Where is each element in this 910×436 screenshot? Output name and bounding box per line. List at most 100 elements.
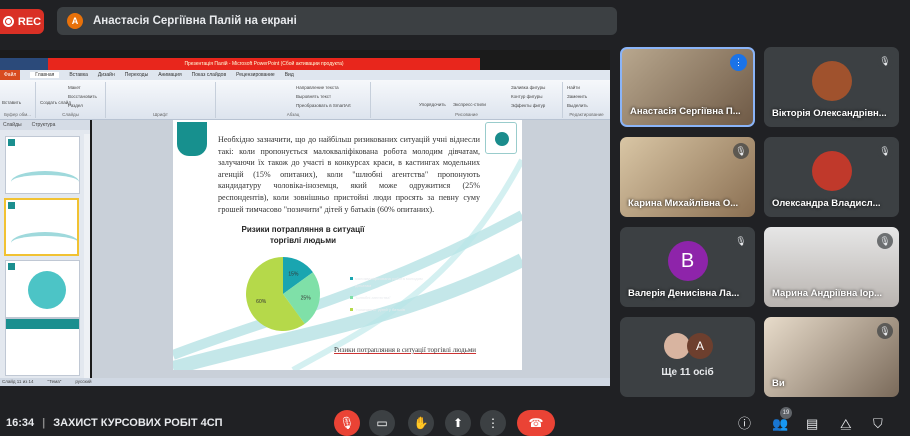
legend-swatch [350, 296, 353, 299]
slide-thumbnail[interactable] [5, 136, 80, 194]
participant-tile[interactable]: ⋮ Анастасія Сергіївна П... [620, 47, 755, 127]
raise-hand-button[interactable]: ✋ [408, 410, 434, 436]
powerpoint-title: Презентація Палій - Microsoft PowerPoint… [48, 58, 480, 70]
mic-off-icon: 🎙 [733, 143, 749, 159]
ribbon: Вставить Буфер обм... Создать слайд Макет В… [0, 80, 610, 120]
speaking-icon: ⋮ [730, 54, 747, 71]
align-text-button[interactable]: Выровнять текст [296, 94, 331, 99]
shape-outline-button[interactable]: Контур фигуры [511, 94, 542, 99]
text-direction-button[interactable]: Направление текста [296, 85, 339, 90]
mic-off-icon: 🎙 [877, 233, 893, 249]
slide-body-text: Необхідно зазначити, що до найбільш ризи… [218, 135, 480, 214]
participant-name: Ви [772, 378, 785, 389]
more-participants-tile[interactable]: A Ще 11 осіб [620, 317, 755, 397]
group-drawing: Рисование [455, 112, 478, 117]
avatar: В [667, 241, 708, 281]
slide-footer: Ризики потрапляння в ситуації торгівлі л… [334, 346, 477, 354]
mic-off-icon: 🎙 [877, 53, 893, 69]
quick-styles-button[interactable]: Экспресс-стили [453, 102, 486, 107]
pie-chart: 15% 25% 60% [246, 257, 320, 331]
mic-off-button[interactable]: 🎙 [334, 410, 360, 436]
recording-badge: REC [0, 9, 44, 34]
legend-swatch [350, 277, 353, 280]
tab-insert[interactable]: Вставка [69, 72, 88, 78]
section-button[interactable]: Раздел [68, 103, 83, 108]
more-options-button[interactable]: ⋮ [480, 410, 506, 436]
participant-name: Вікторія Олександрівн... [772, 108, 887, 119]
camera-button[interactable]: ▭ [369, 410, 395, 436]
find-button[interactable]: Найти [567, 85, 580, 90]
shape-fill-button[interactable]: Заливка фигуры [511, 85, 545, 90]
more-participants-label: Ще 11 осіб [661, 367, 714, 378]
participant-tile[interactable]: 🎙 Карина Михайлівна О... [620, 137, 755, 217]
tab-view[interactable]: Вид [285, 72, 294, 78]
replace-button[interactable]: Заменить [567, 94, 587, 99]
avatar: A [687, 333, 713, 359]
paste-button[interactable]: Вставить [2, 100, 21, 105]
participant-tile[interactable]: 🎙 Марина Андріївна Іор... [764, 227, 899, 307]
slide-thumbnail-selected[interactable] [4, 198, 79, 256]
university-logo [177, 122, 207, 156]
people-icon[interactable]: 👥 [772, 416, 788, 431]
shape-effects-button[interactable]: Эффекты фигур [511, 103, 545, 108]
tab-design[interactable]: Дизайн [98, 72, 115, 78]
present-button[interactable]: ⬆ [445, 410, 471, 436]
reset-button[interactable]: Восстановить [68, 94, 97, 99]
legend-entry: "позичання" дітей у батьків [350, 306, 425, 313]
slide-thumbnail[interactable] [5, 318, 80, 376]
info-icon[interactable]: ⓘ [738, 416, 751, 431]
mic-off-icon: 🎙 [877, 323, 893, 339]
presenter-text: Анастасія Сергіївна Палій на екрані [93, 15, 297, 27]
leave-call-button[interactable]: ☎ [517, 410, 555, 436]
mic-off-icon: 🎙 [877, 143, 893, 159]
tab-transitions[interactable]: Переходы [125, 72, 148, 78]
participant-tile[interactable]: 🎙 В Валерія Денисівна Ла... [620, 227, 755, 307]
mic-off-icon: 🎙 [339, 416, 355, 430]
group-slides: Слайды [62, 112, 79, 117]
quick-access-toolbar[interactable] [0, 58, 48, 70]
language: русский [75, 379, 92, 384]
group-font: Шрифт [153, 112, 168, 117]
record-icon [2, 16, 14, 27]
arrange-button[interactable]: Упорядочить [419, 102, 446, 107]
pie-data-label: 60% [256, 299, 267, 305]
slide-thumbnail[interactable] [5, 260, 80, 318]
tab-outline[interactable]: Структура [32, 120, 56, 130]
mic-off-icon: 🎙 [733, 233, 749, 249]
smartart-button[interactable]: Преобразовать в SmartArt [296, 103, 351, 108]
tab-animation[interactable]: Анимация [158, 72, 181, 78]
current-slide[interactable]: Необхідно зазначити, що до найбільш ризи… [173, 120, 522, 370]
meeting-title: ЗАХИСТ КУРСОВИХ РОБІТ 4СП [53, 417, 223, 429]
participant-tile[interactable]: 🎙 Вікторія Олександрівн... [764, 47, 899, 127]
school-logo [485, 122, 517, 154]
new-slide-button[interactable]: Создать слайд [40, 100, 71, 105]
tab-file[interactable]: Файл [0, 70, 21, 80]
tab-review[interactable]: Рецензирование [236, 72, 275, 78]
meeting-info: 16:34 | ЗАХИСТ КУРСОВИХ РОБІТ 4СП [6, 417, 223, 429]
participant-name: Олександра Владисл... [772, 198, 881, 209]
legend-swatch [350, 308, 353, 311]
clock: 16:34 [6, 417, 35, 429]
legend-entry: малокваліфікована робота молодим дівчата… [350, 275, 425, 289]
tab-home[interactable]: Главная [30, 72, 60, 78]
host-controls-icon[interactable]: ⛉ [873, 416, 883, 431]
legend-label: малокваліфікована робота молодим дівчата… [355, 276, 423, 288]
chart-title: Ризики потрапляння в ситуації торгівлі л… [241, 225, 365, 245]
pie-data-label: 15% [288, 272, 299, 278]
tab-slides[interactable]: Слайды [3, 120, 22, 130]
self-tile[interactable]: 🎙 Ви [764, 317, 899, 397]
group-clipboard: Буфер обм... [4, 112, 31, 117]
activities-icon[interactable]: ⧋ [840, 416, 852, 431]
participant-name: Анастасія Сергіївна П... [630, 106, 741, 117]
panel-scrollbar[interactable] [84, 134, 90, 378]
ribbon-tabs: Файл Главная Вставка Дизайн Переходы Ани… [0, 70, 610, 80]
separator: | [42, 417, 46, 429]
participant-tile[interactable]: 🎙 Олександра Владисл... [764, 137, 899, 217]
group-editing: Редактирование [569, 112, 604, 117]
tab-slideshow[interactable]: Показ слайдов [192, 72, 226, 78]
chat-icon[interactable]: ▤ [806, 416, 818, 431]
select-button[interactable]: Выделить [567, 103, 588, 108]
layout-button[interactable]: Макет [68, 85, 81, 90]
presenter-avatar: A [67, 13, 83, 29]
theme-name: "Тема" [47, 379, 62, 384]
